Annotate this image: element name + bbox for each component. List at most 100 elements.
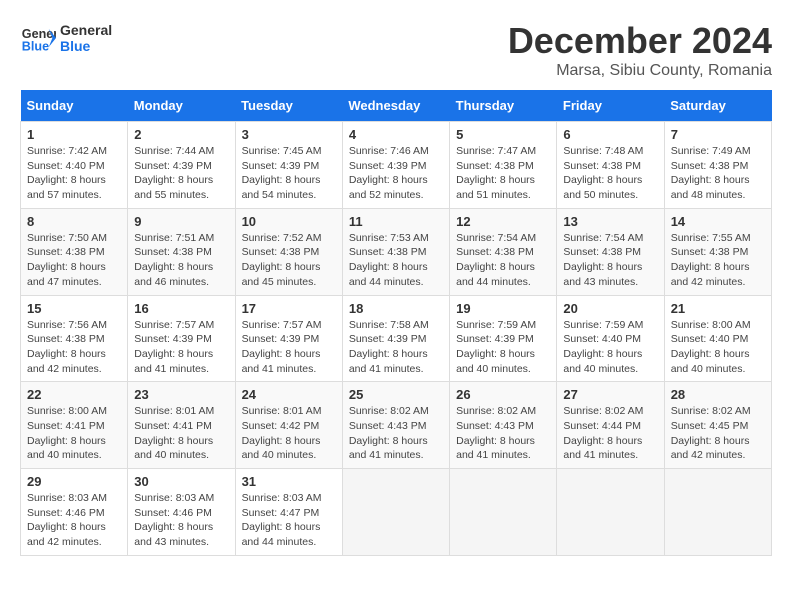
header-day-thursday: Thursday — [450, 90, 557, 122]
day-info: Sunrise: 7:58 AM Sunset: 4:39 PM Dayligh… — [349, 318, 443, 377]
calendar-cell: 2 Sunrise: 7:44 AM Sunset: 4:39 PM Dayli… — [128, 122, 235, 209]
calendar-week-row: 1 Sunrise: 7:42 AM Sunset: 4:40 PM Dayli… — [21, 122, 772, 209]
calendar-cell: 9 Sunrise: 7:51 AM Sunset: 4:38 PM Dayli… — [128, 208, 235, 295]
page-title: December 2024 — [508, 20, 772, 62]
day-number: 15 — [27, 301, 121, 316]
day-number: 13 — [563, 214, 657, 229]
calendar-cell: 8 Sunrise: 7:50 AM Sunset: 4:38 PM Dayli… — [21, 208, 128, 295]
calendar-cell: 13 Sunrise: 7:54 AM Sunset: 4:38 PM Dayl… — [557, 208, 664, 295]
day-number: 1 — [27, 127, 121, 142]
calendar-cell: 7 Sunrise: 7:49 AM Sunset: 4:38 PM Dayli… — [664, 122, 771, 209]
calendar-cell — [664, 469, 771, 556]
day-info: Sunrise: 7:44 AM Sunset: 4:39 PM Dayligh… — [134, 144, 228, 203]
day-info: Sunrise: 8:02 AM Sunset: 4:43 PM Dayligh… — [456, 404, 550, 463]
day-info: Sunrise: 7:50 AM Sunset: 4:38 PM Dayligh… — [27, 231, 121, 290]
day-info: Sunrise: 7:57 AM Sunset: 4:39 PM Dayligh… — [134, 318, 228, 377]
day-number: 23 — [134, 387, 228, 402]
day-number: 3 — [242, 127, 336, 142]
day-info: Sunrise: 7:57 AM Sunset: 4:39 PM Dayligh… — [242, 318, 336, 377]
day-number: 18 — [349, 301, 443, 316]
day-number: 29 — [27, 474, 121, 489]
calendar-cell — [342, 469, 449, 556]
day-info: Sunrise: 7:59 AM Sunset: 4:40 PM Dayligh… — [563, 318, 657, 377]
calendar-week-row: 29 Sunrise: 8:03 AM Sunset: 4:46 PM Dayl… — [21, 469, 772, 556]
calendar-cell: 25 Sunrise: 8:02 AM Sunset: 4:43 PM Dayl… — [342, 382, 449, 469]
calendar-cell: 27 Sunrise: 8:02 AM Sunset: 4:44 PM Dayl… — [557, 382, 664, 469]
day-info: Sunrise: 7:54 AM Sunset: 4:38 PM Dayligh… — [563, 231, 657, 290]
day-number: 26 — [456, 387, 550, 402]
day-number: 10 — [242, 214, 336, 229]
day-info: Sunrise: 8:01 AM Sunset: 4:41 PM Dayligh… — [134, 404, 228, 463]
day-info: Sunrise: 8:02 AM Sunset: 4:43 PM Dayligh… — [349, 404, 443, 463]
day-number: 2 — [134, 127, 228, 142]
page-subtitle: Marsa, Sibiu County, Romania — [508, 62, 772, 80]
day-number: 7 — [671, 127, 765, 142]
calendar-cell: 10 Sunrise: 7:52 AM Sunset: 4:38 PM Dayl… — [235, 208, 342, 295]
day-number: 16 — [134, 301, 228, 316]
calendar-cell: 15 Sunrise: 7:56 AM Sunset: 4:38 PM Dayl… — [21, 295, 128, 382]
calendar-cell: 18 Sunrise: 7:58 AM Sunset: 4:39 PM Dayl… — [342, 295, 449, 382]
day-info: Sunrise: 8:01 AM Sunset: 4:42 PM Dayligh… — [242, 404, 336, 463]
calendar-cell: 19 Sunrise: 7:59 AM Sunset: 4:39 PM Dayl… — [450, 295, 557, 382]
day-number: 4 — [349, 127, 443, 142]
calendar-cell: 12 Sunrise: 7:54 AM Sunset: 4:38 PM Dayl… — [450, 208, 557, 295]
svg-text:Blue: Blue — [22, 40, 49, 54]
header-day-sunday: Sunday — [21, 90, 128, 122]
header-day-friday: Friday — [557, 90, 664, 122]
day-info: Sunrise: 8:03 AM Sunset: 4:46 PM Dayligh… — [134, 491, 228, 550]
calendar-cell: 16 Sunrise: 7:57 AM Sunset: 4:39 PM Dayl… — [128, 295, 235, 382]
day-number: 27 — [563, 387, 657, 402]
calendar-cell: 17 Sunrise: 7:57 AM Sunset: 4:39 PM Dayl… — [235, 295, 342, 382]
day-info: Sunrise: 7:55 AM Sunset: 4:38 PM Dayligh… — [671, 231, 765, 290]
calendar-week-row: 8 Sunrise: 7:50 AM Sunset: 4:38 PM Dayli… — [21, 208, 772, 295]
calendar-header-row: SundayMondayTuesdayWednesdayThursdayFrid… — [21, 90, 772, 122]
day-number: 12 — [456, 214, 550, 229]
day-info: Sunrise: 7:46 AM Sunset: 4:39 PM Dayligh… — [349, 144, 443, 203]
day-number: 25 — [349, 387, 443, 402]
day-info: Sunrise: 7:54 AM Sunset: 4:38 PM Dayligh… — [456, 231, 550, 290]
calendar-cell: 6 Sunrise: 7:48 AM Sunset: 4:38 PM Dayli… — [557, 122, 664, 209]
day-number: 30 — [134, 474, 228, 489]
logo: General Blue General Blue — [20, 20, 112, 56]
day-number: 21 — [671, 301, 765, 316]
calendar-week-row: 15 Sunrise: 7:56 AM Sunset: 4:38 PM Dayl… — [21, 295, 772, 382]
logo-blue: Blue — [60, 38, 112, 54]
calendar-cell: 21 Sunrise: 8:00 AM Sunset: 4:40 PM Dayl… — [664, 295, 771, 382]
logo-icon: General Blue — [20, 20, 56, 56]
day-info: Sunrise: 8:00 AM Sunset: 4:40 PM Dayligh… — [671, 318, 765, 377]
calendar-cell: 11 Sunrise: 7:53 AM Sunset: 4:38 PM Dayl… — [342, 208, 449, 295]
calendar-cell: 22 Sunrise: 8:00 AM Sunset: 4:41 PM Dayl… — [21, 382, 128, 469]
calendar-cell — [450, 469, 557, 556]
calendar-cell: 28 Sunrise: 8:02 AM Sunset: 4:45 PM Dayl… — [664, 382, 771, 469]
day-info: Sunrise: 7:56 AM Sunset: 4:38 PM Dayligh… — [27, 318, 121, 377]
day-info: Sunrise: 7:51 AM Sunset: 4:38 PM Dayligh… — [134, 231, 228, 290]
day-info: Sunrise: 7:45 AM Sunset: 4:39 PM Dayligh… — [242, 144, 336, 203]
calendar-cell: 3 Sunrise: 7:45 AM Sunset: 4:39 PM Dayli… — [235, 122, 342, 209]
header-day-saturday: Saturday — [664, 90, 771, 122]
day-number: 11 — [349, 214, 443, 229]
calendar-cell: 31 Sunrise: 8:03 AM Sunset: 4:47 PM Dayl… — [235, 469, 342, 556]
day-number: 8 — [27, 214, 121, 229]
day-info: Sunrise: 8:03 AM Sunset: 4:46 PM Dayligh… — [27, 491, 121, 550]
calendar-cell: 20 Sunrise: 7:59 AM Sunset: 4:40 PM Dayl… — [557, 295, 664, 382]
calendar-cell — [557, 469, 664, 556]
day-info: Sunrise: 7:49 AM Sunset: 4:38 PM Dayligh… — [671, 144, 765, 203]
day-number: 20 — [563, 301, 657, 316]
header-day-monday: Monday — [128, 90, 235, 122]
day-info: Sunrise: 8:03 AM Sunset: 4:47 PM Dayligh… — [242, 491, 336, 550]
day-number: 14 — [671, 214, 765, 229]
day-number: 24 — [242, 387, 336, 402]
calendar-cell: 1 Sunrise: 7:42 AM Sunset: 4:40 PM Dayli… — [21, 122, 128, 209]
calendar-cell: 30 Sunrise: 8:03 AM Sunset: 4:46 PM Dayl… — [128, 469, 235, 556]
day-info: Sunrise: 8:02 AM Sunset: 4:44 PM Dayligh… — [563, 404, 657, 463]
calendar-cell: 5 Sunrise: 7:47 AM Sunset: 4:38 PM Dayli… — [450, 122, 557, 209]
day-info: Sunrise: 7:59 AM Sunset: 4:39 PM Dayligh… — [456, 318, 550, 377]
day-number: 22 — [27, 387, 121, 402]
day-number: 17 — [242, 301, 336, 316]
calendar-cell: 14 Sunrise: 7:55 AM Sunset: 4:38 PM Dayl… — [664, 208, 771, 295]
day-info: Sunrise: 7:42 AM Sunset: 4:40 PM Dayligh… — [27, 144, 121, 203]
header-day-tuesday: Tuesday — [235, 90, 342, 122]
day-number: 31 — [242, 474, 336, 489]
calendar-cell: 4 Sunrise: 7:46 AM Sunset: 4:39 PM Dayli… — [342, 122, 449, 209]
day-number: 28 — [671, 387, 765, 402]
